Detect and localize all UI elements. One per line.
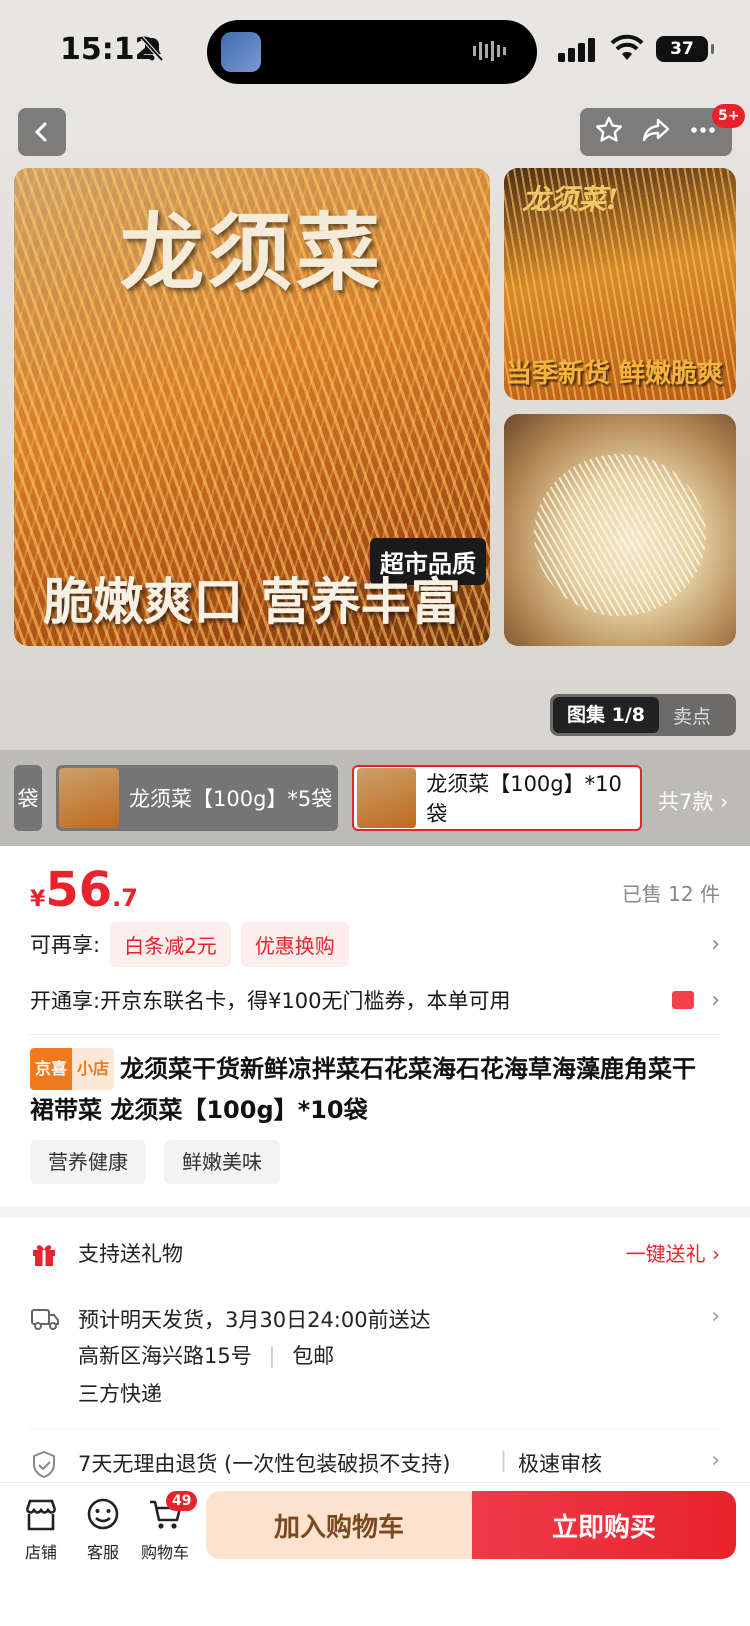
gallery-tab-album[interactable]: 图集 1/8 [553, 697, 659, 733]
sku-label: 袋 [17, 787, 39, 811]
membership-row[interactable]: 开通享:开京东联名卡，得¥100无门槛券，本单可用 › [30, 980, 720, 1020]
share-button[interactable] [641, 115, 671, 149]
product-gallery: 15:12 37 5+ 龙须菜 超市品质 脆嫩爽口 营养丰富 龙须菜! 当季新货… [0, 0, 750, 750]
small-shop-tag: 小店 [72, 1048, 115, 1090]
status-bar: 15:12 37 [0, 20, 750, 84]
price-integer: 56 [45, 862, 113, 918]
favorite-button[interactable] [594, 115, 624, 149]
promo-label: 可再享: [30, 933, 101, 957]
credit-card-icon [672, 991, 694, 1009]
message-badge: 5+ [712, 104, 746, 128]
main-product-image[interactable]: 龙须菜 超市品质 脆嫩爽口 营养丰富 [14, 168, 490, 646]
sku-option-selected[interactable]: 龙须菜【100g】*10袋 [352, 765, 642, 831]
seaweed-strands [534, 454, 706, 616]
shop-button[interactable]: 店铺 [10, 1495, 72, 1563]
audio-wave-icon [473, 40, 509, 66]
sku-option-partial[interactable]: 袋 [14, 765, 42, 831]
separator: | [268, 1344, 276, 1368]
cart-button[interactable]: 购物车 49 [134, 1491, 198, 1563]
cart-count-badge: 49 [166, 1491, 198, 1511]
customer-service-button[interactable]: 客服 [72, 1495, 134, 1563]
feature-tag: 鲜嫩美味 [164, 1140, 280, 1184]
side-product-image-1[interactable]: 龙须菜! 当季新货 鲜嫩脆爽 [504, 168, 736, 400]
chevron-right-icon: › [711, 1448, 720, 1473]
store-icon [10, 1495, 72, 1535]
promo-chip[interactable]: 优惠换购 [240, 921, 349, 967]
price-currency: ¥ [30, 887, 46, 912]
back-button[interactable] [18, 108, 66, 156]
promo-chip[interactable]: 白条减2元 [110, 921, 231, 967]
star-icon [596, 116, 623, 142]
shield-check-icon [30, 1450, 58, 1485]
add-to-cart-button[interactable]: 加入购物车 [206, 1491, 472, 1559]
promo-row[interactable]: 可再享: 白条减2元 优惠换购 › [30, 921, 720, 967]
address-text: 高新区海兴路15号 [78, 1344, 252, 1368]
sku-label: 龙须菜【100g】*5袋 [129, 787, 333, 811]
section-gap [0, 1206, 750, 1218]
price: ¥56.7 [30, 862, 138, 918]
separator: | [500, 1448, 508, 1472]
shop-label: 店铺 [24, 1543, 57, 1562]
chat-smile-icon [72, 1495, 134, 1535]
bell-muted-icon [140, 36, 164, 66]
dynamic-island [207, 20, 537, 84]
header-actions [580, 108, 732, 156]
now-playing-avatar [221, 32, 261, 72]
bottom-action-bar: 店铺 客服 购物车 49 加入购物车 立即购买 [0, 1482, 750, 1626]
sold-count: 已售 12 件 [621, 882, 720, 906]
chevron-right-icon: › [711, 1304, 720, 1329]
gallery-switch: 图集 1/8 卖点 [550, 694, 736, 736]
cart-label: 购物车 [140, 1543, 189, 1562]
gift-label: 支持送礼物 [78, 1242, 183, 1266]
divider [30, 1428, 720, 1429]
chevron-left-icon [34, 122, 47, 142]
delivery-address: 高新区海兴路15号 | 包邮 [78, 1340, 334, 1370]
sku-selector: 袋 龙须菜【100g】*5袋 龙须菜【100g】*10袋 共7款 › [0, 750, 750, 846]
delivery-estimate: 预计明天发货，3月30日24:00前送达 [78, 1308, 431, 1332]
product-title-text: 龙须菜干货新鲜凉拌菜石花菜海石花海草海藻鹿角菜干裙带菜 龙须菜【100g】*10… [30, 1055, 697, 1124]
free-shipping: 包邮 [292, 1344, 335, 1368]
gift-row[interactable]: 支持送礼物 一键送礼 › [30, 1238, 720, 1274]
courier: 三方快递 [78, 1382, 162, 1406]
product-title: 京喜 小店 龙须菜干货新鲜凉拌菜石花菜海石花海草海藻鹿角菜干裙带菜 龙须菜【100g… [30, 1048, 720, 1130]
returns-policy: 7天无理由退货 (一次性包装破损不支持) [78, 1452, 451, 1476]
image-title: 龙须菜 [119, 203, 384, 302]
sku-label: 龙须菜【100g】*10袋 [426, 772, 622, 826]
share-icon [642, 118, 670, 142]
returns-row[interactable]: 7天无理由退货 (一次性包装破损不支持) | 极速审核 › [30, 1448, 720, 1484]
chevron-right-icon: › [711, 931, 720, 957]
delivery-row[interactable]: 预计明天发货，3月30日24:00前送达 高新区海兴路15号 | 包邮 三方快递… [30, 1304, 720, 1414]
image-caption: 脆嫩爽口 营养丰富 [43, 573, 461, 631]
side-product-image-2[interactable] [504, 414, 736, 646]
side-image-title: 龙须菜! [522, 183, 619, 216]
sku-more-link[interactable]: 共7款 › [658, 786, 728, 816]
wifi-icon [610, 34, 644, 66]
gallery-tab-highlights[interactable]: 卖点 [659, 702, 711, 729]
cellular-signal-icon [558, 38, 596, 66]
sku-thumbnail [357, 768, 417, 828]
battery-indicator: 37 [656, 36, 714, 62]
jingxi-tag: 京喜 [30, 1048, 73, 1090]
sku-option[interactable]: 龙须菜【100g】*5袋 [56, 765, 338, 831]
buy-now-button[interactable]: 立即购买 [472, 1491, 736, 1559]
price-row: ¥56.7 已售 12 件 [30, 862, 720, 918]
side-image-caption: 当季新货 鲜嫩脆爽 [506, 359, 724, 389]
gift-icon [30, 1240, 58, 1273]
membership-text: 开通享:开京东联名卡，得¥100无门槛券，本单可用 [30, 989, 511, 1013]
truck-icon [30, 1306, 60, 1337]
fast-review: 极速审核 [518, 1452, 602, 1476]
chevron-right-icon: › [711, 987, 720, 1013]
send-gift-link[interactable]: 一键送礼 › [626, 1238, 720, 1267]
service-label: 客服 [86, 1543, 119, 1562]
price-decimal: .7 [112, 884, 138, 912]
sku-thumbnail [59, 768, 119, 828]
divider [30, 1034, 720, 1035]
feature-tag: 营养健康 [30, 1140, 146, 1184]
